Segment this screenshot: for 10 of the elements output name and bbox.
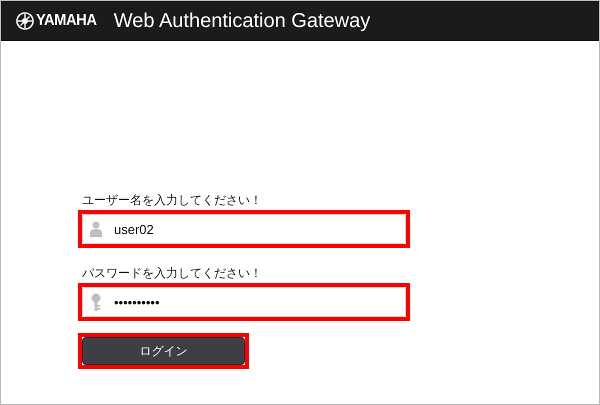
- field-label: ユーザー名を入力してください！: [81, 192, 263, 209]
- password-field[interactable]: ••••••••••: [82, 287, 406, 317]
- brand-logo: YAMAHA: [36, 12, 96, 30]
- tuning-fork-logo-icon: [16, 12, 34, 30]
- username-field[interactable]: user02: [82, 214, 406, 244]
- login-button[interactable]: ログイン: [82, 337, 245, 365]
- page-title: Web Authentication Gateway: [114, 10, 370, 32]
- person-icon: [90, 221, 102, 237]
- key-icon: [90, 293, 102, 311]
- field-label: パスワードを入力してください！: [81, 265, 263, 282]
